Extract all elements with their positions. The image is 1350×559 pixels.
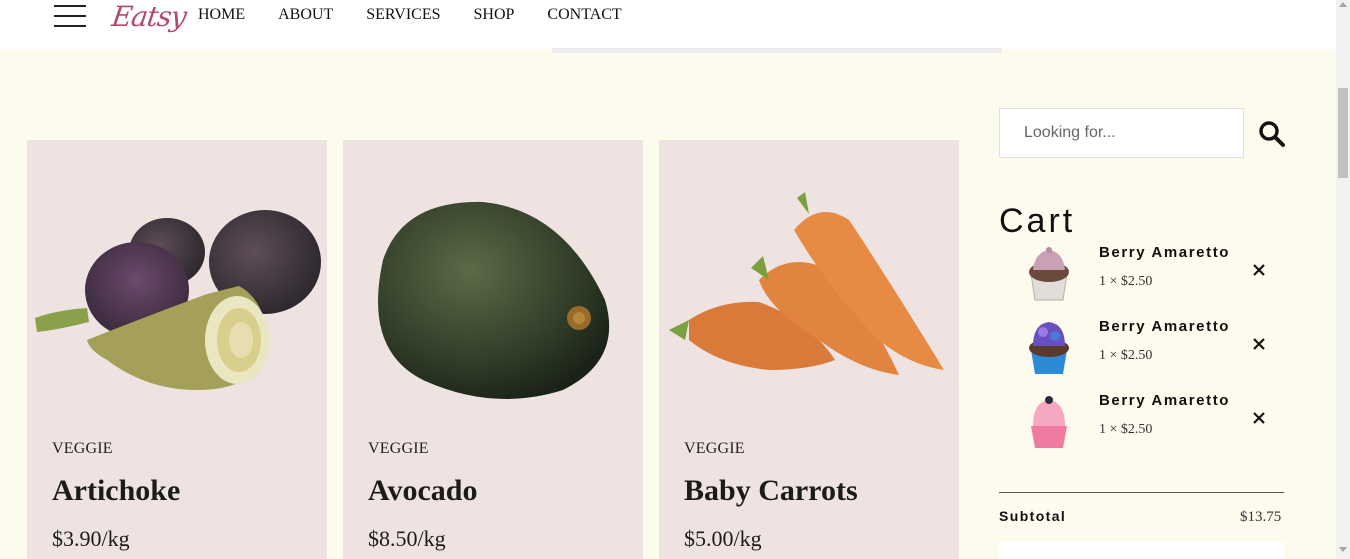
main-nav: HOME ABOUT SERVICES SHOP CONTACT <box>198 6 655 24</box>
cart-divider <box>999 492 1284 493</box>
product-card-artichoke[interactable]: VEGGIE Artichoke $3.90/kg <box>27 140 327 559</box>
cart-title: Cart <box>999 202 1076 240</box>
cart-item-price: 1 × $2.50 <box>1099 348 1153 363</box>
remove-item-icon[interactable] <box>1251 410 1267 426</box>
scrollbar-thumb[interactable] <box>1338 88 1348 178</box>
remove-item-icon[interactable] <box>1251 262 1267 278</box>
artichoke-image <box>35 210 321 390</box>
cart-item: Berry Amaretto 1 × $2.50 <box>999 318 1289 380</box>
page-scrollbar[interactable] <box>1336 0 1350 559</box>
header-divider <box>552 48 1002 53</box>
product-price: $5.00/kg <box>684 526 762 551</box>
scroll-down-arrow-icon[interactable] <box>1339 547 1347 552</box>
subtotal-value: $13.75 <box>1240 509 1282 525</box>
cart-item-name[interactable]: Berry Amaretto <box>1099 318 1230 335</box>
product-card-avocado[interactable]: VEGGIE Avocado $8.50/kg <box>343 140 643 559</box>
cupcake-thumbnail[interactable] <box>1025 392 1073 450</box>
product-name[interactable]: Artichoke <box>52 474 180 508</box>
cart-item: Berry Amaretto 1 × $2.50 <box>999 244 1289 306</box>
nav-services[interactable]: SERVICES <box>366 6 440 24</box>
product-name[interactable]: Baby Carrots <box>684 474 858 508</box>
nav-about[interactable]: ABOUT <box>278 6 333 24</box>
product-name[interactable]: Avocado <box>368 474 477 508</box>
subtotal-label: Subtotal <box>999 508 1067 524</box>
menu-icon[interactable] <box>54 5 86 29</box>
cupcake-thumbnail[interactable] <box>1025 318 1073 376</box>
avocado-image <box>378 201 610 399</box>
cart-actions-area <box>999 542 1284 559</box>
search-input[interactable] <box>999 108 1244 158</box>
cupcake-thumbnail[interactable] <box>1025 244 1073 302</box>
cart-item-name[interactable]: Berry Amaretto <box>1099 392 1230 409</box>
cart-item-name[interactable]: Berry Amaretto <box>1099 244 1230 261</box>
product-category: VEGGIE <box>368 440 429 457</box>
site-header: Eatsy HOME ABOUT SERVICES SHOP CONTACT <box>0 0 1336 49</box>
product-card-baby-carrots[interactable]: VEGGIE Baby Carrots $5.00/kg <box>659 140 959 559</box>
nav-home[interactable]: HOME <box>198 6 245 24</box>
scroll-up-arrow-icon[interactable] <box>1339 2 1347 7</box>
cart-item-price: 1 × $2.50 <box>1099 422 1153 437</box>
remove-item-icon[interactable] <box>1251 336 1267 352</box>
search-icon[interactable] <box>1258 120 1286 148</box>
logo[interactable]: Eatsy <box>110 0 188 34</box>
nav-shop[interactable]: SHOP <box>474 6 515 24</box>
product-price: $8.50/kg <box>368 526 446 551</box>
product-category: VEGGIE <box>52 440 113 457</box>
nav-contact[interactable]: CONTACT <box>547 6 621 24</box>
cart-item-price: 1 × $2.50 <box>1099 274 1153 289</box>
product-category: VEGGIE <box>684 440 745 457</box>
carrots-image <box>669 192 944 375</box>
product-price: $3.90/kg <box>52 526 130 551</box>
cart-item: Berry Amaretto 1 × $2.50 <box>999 392 1289 454</box>
